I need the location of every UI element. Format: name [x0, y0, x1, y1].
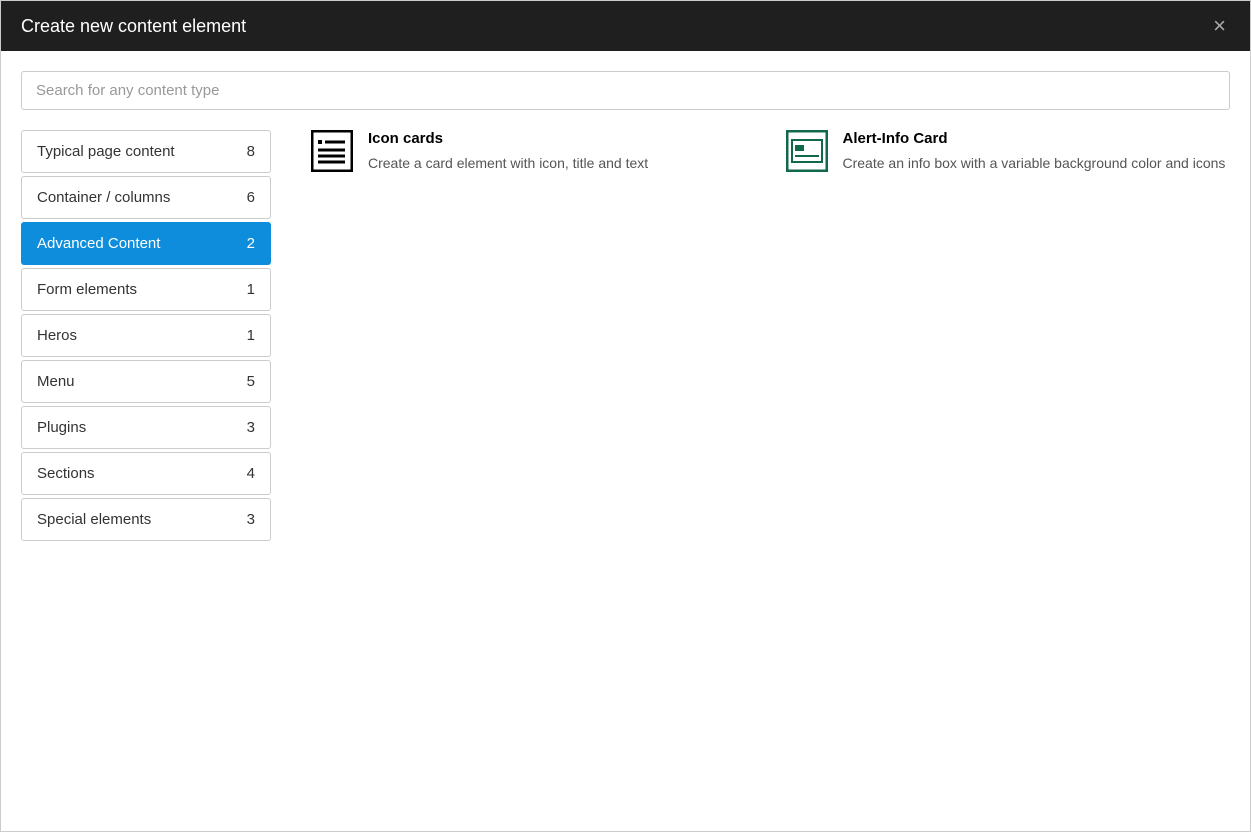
category-tab-label: Sections	[37, 465, 237, 482]
category-tab-label: Heros	[37, 327, 237, 344]
category-tab-count: 1	[247, 327, 255, 344]
category-tab-count: 3	[247, 419, 255, 436]
category-tab-label: Special elements	[37, 511, 237, 528]
element-grid: Icon cards Create a card element with ico…	[311, 130, 1230, 544]
search-wrap	[21, 71, 1230, 110]
category-tab[interactable]: Special elements 3	[21, 498, 271, 541]
category-tab-label: Plugins	[37, 419, 237, 436]
card-text: Icon cards Create a card element with ico…	[368, 130, 756, 174]
content-element-card[interactable]: Icon cards Create a card element with ico…	[311, 130, 756, 174]
card-title: Alert-Info Card	[843, 130, 1231, 147]
modal-title: Create new content element	[21, 16, 246, 37]
category-tab[interactable]: Heros 1	[21, 314, 271, 357]
category-tab-label: Form elements	[37, 281, 237, 298]
modal-header: Create new content element ×	[1, 1, 1250, 51]
category-tab-label: Menu	[37, 373, 237, 390]
category-tab-count: 2	[247, 235, 255, 252]
card-description: Create an info box with a variable backg…	[843, 153, 1231, 174]
category-sidebar: Typical page content 8 Container / columns…	[21, 130, 271, 544]
category-tab-label: Advanced Content	[37, 235, 237, 252]
category-tab-count: 1	[247, 281, 255, 298]
category-tab-count: 4	[247, 465, 255, 482]
category-tab-count: 3	[247, 511, 255, 528]
icon-cards-icon	[311, 130, 353, 172]
alert-info-icon	[786, 130, 828, 172]
category-tab-label: Container / columns	[37, 189, 237, 206]
category-tab-label: Typical page content	[37, 143, 237, 160]
category-tab-count: 6	[247, 189, 255, 206]
close-button[interactable]: ×	[1209, 15, 1230, 37]
card-text: Alert-Info Card Create an info box with a…	[843, 130, 1231, 174]
card-description: Create a card element with icon, title a…	[368, 153, 756, 174]
category-tab[interactable]: Menu 5	[21, 360, 271, 403]
card-title: Icon cards	[368, 130, 756, 147]
category-tab[interactable]: Advanced Content 2	[21, 222, 271, 265]
content-row: Typical page content 8 Container / columns…	[21, 130, 1230, 544]
modal-body: Typical page content 8 Container / columns…	[1, 51, 1250, 831]
category-tab[interactable]: Form elements 1	[21, 268, 271, 311]
content-element-card[interactable]: Alert-Info Card Create an info box with a…	[786, 130, 1231, 174]
category-tab[interactable]: Sections 4	[21, 452, 271, 495]
search-input[interactable]	[21, 71, 1230, 110]
modal: Create new content element × Typical pag…	[0, 0, 1251, 832]
category-tab[interactable]: Typical page content 8	[21, 130, 271, 173]
category-tab-count: 8	[247, 143, 255, 160]
category-tab[interactable]: Plugins 3	[21, 406, 271, 449]
category-tab-count: 5	[247, 373, 255, 390]
category-tab[interactable]: Container / columns 6	[21, 176, 271, 219]
